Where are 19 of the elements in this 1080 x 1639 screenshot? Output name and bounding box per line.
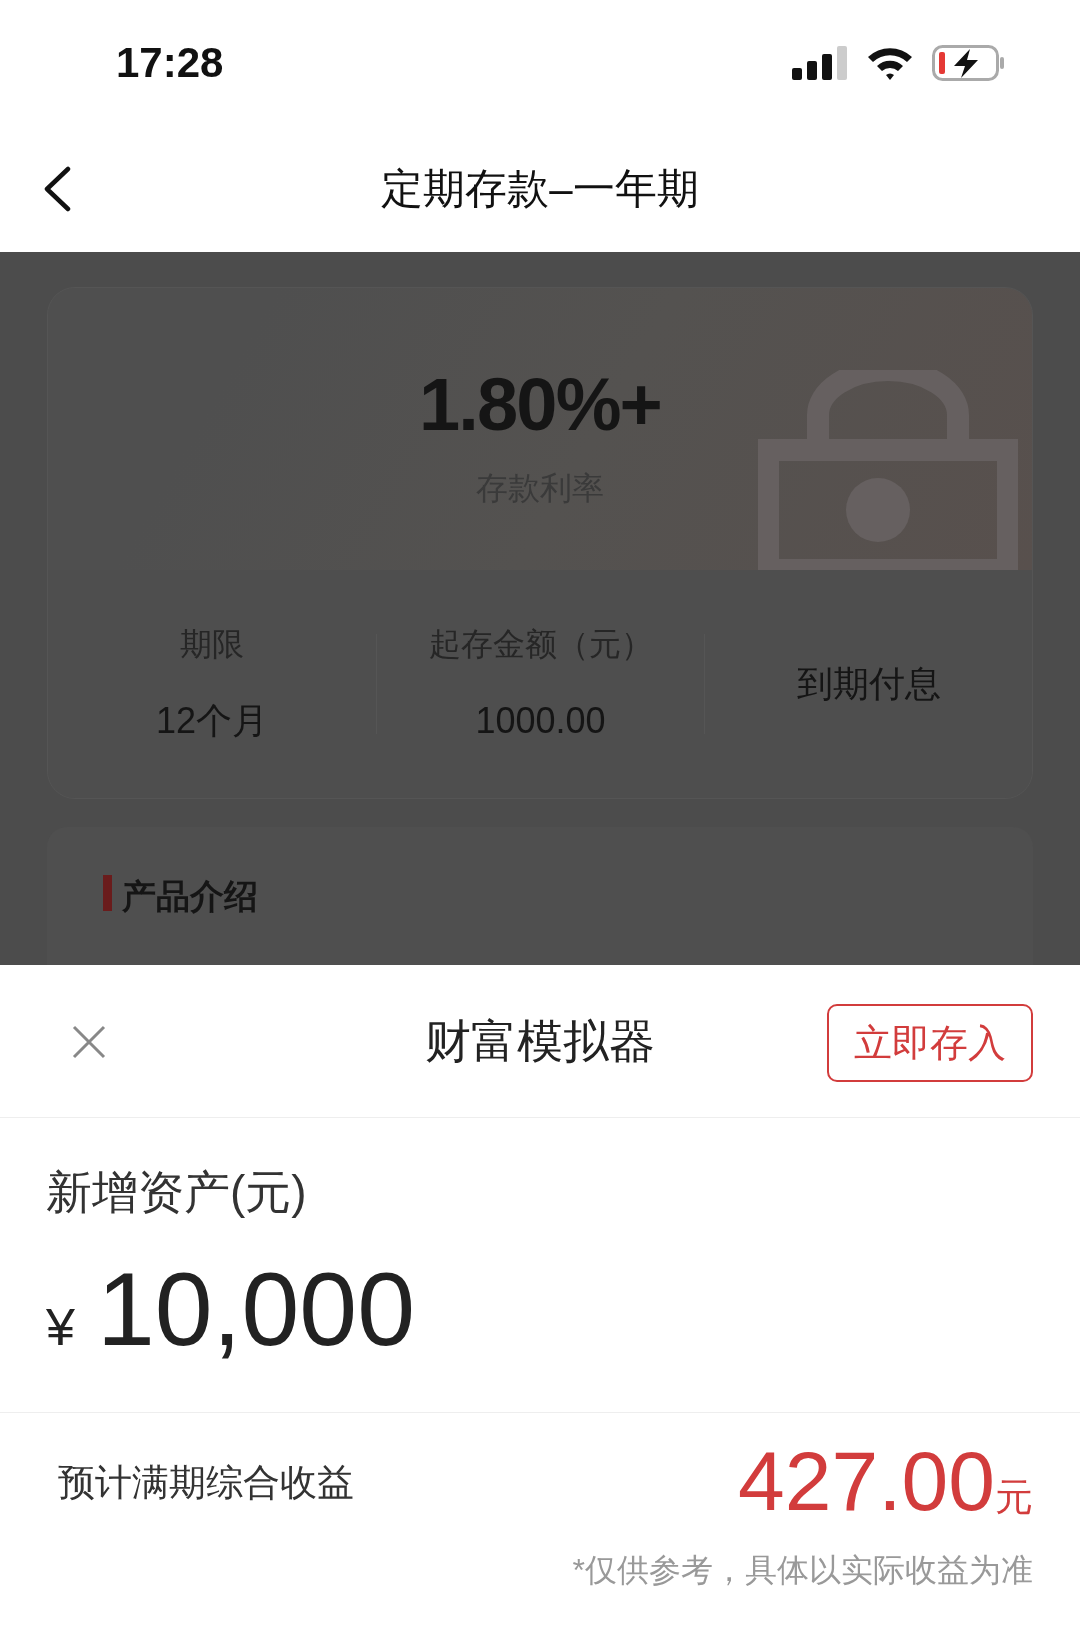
status-time: 17:28 [116,38,224,88]
term-value: 12个月 [155,699,268,743]
result-amount: 427.00元 [738,1439,1033,1526]
result-label: 预计满期综合收益 [58,1460,354,1505]
disclaimer: *仅供参考，具体以实际收益为准 [572,1551,1033,1590]
deposit-button[interactable]: 立即存入 [827,1004,1033,1082]
term-value: 到期付息 [796,662,941,706]
battery-charging-icon [932,44,1006,81]
page-title: 定期存款–一年期 [381,164,699,214]
close-icon[interactable] [72,1025,106,1059]
amount-field[interactable]: ¥ 10,000 [46,1257,1034,1366]
section-title: 产品介绍 [122,876,258,917]
interest-rate: 1.80%+ [419,368,661,442]
back-icon[interactable] [42,166,72,212]
sheet-title: 财富模拟器 [425,1013,655,1069]
term-value: 1000.00 [475,699,606,743]
field-label: 新增资产(元) [46,1165,308,1220]
signal-icon [792,45,848,80]
section-marker [103,875,112,911]
